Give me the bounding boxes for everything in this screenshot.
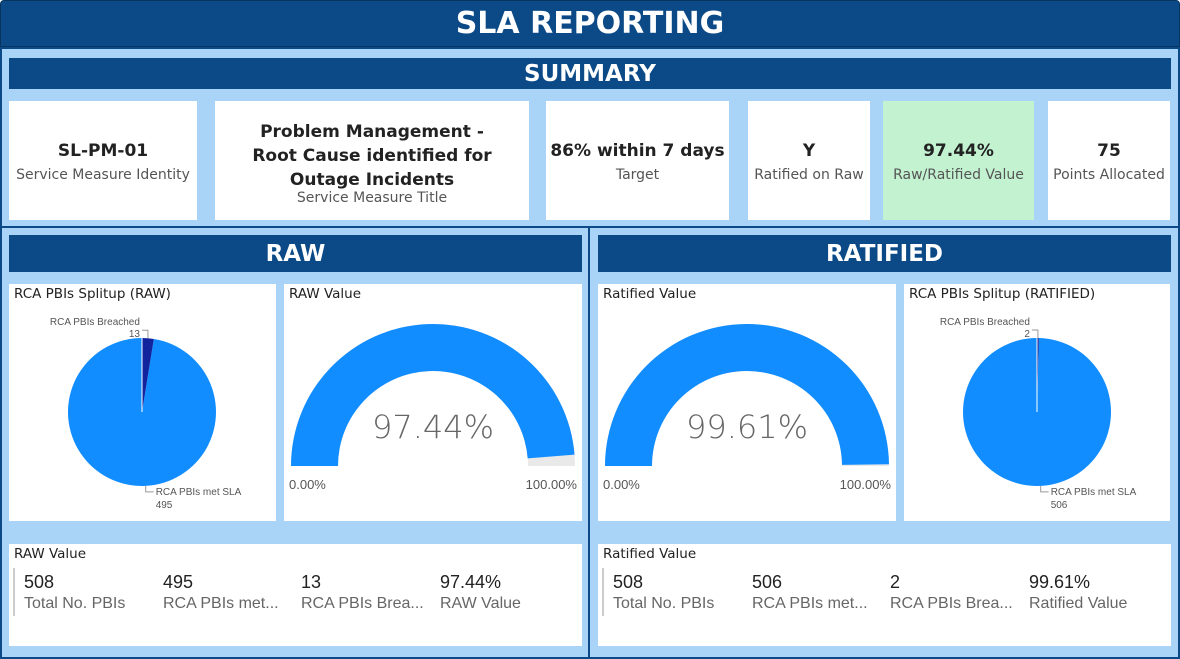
raw-pie-chart: RCA PBIs Breached13 RCA PBIs met SLA 495 (50, 317, 242, 511)
ratified-heading-text: RATIFIED (825, 240, 944, 267)
raw-stat-breached: 13 RCA PBIs Brea... (301, 572, 426, 613)
card-value: 86% within 7 days (550, 140, 725, 161)
raw-heading-text: RAW (265, 240, 326, 267)
ratified-stats-panel: Ratified Value 508 Total No. PBIs 506 RC… (598, 544, 1171, 646)
ratified-heading: RATIFIED (598, 235, 1171, 272)
card-value: 97.44% (923, 140, 994, 161)
stat-value: 508 (24, 572, 55, 592)
card-label: Service Measure Identity (16, 166, 190, 183)
stat-value: 506 (752, 572, 783, 592)
pie-leader-breached (141, 329, 149, 339)
gauge-min-label: 0.00% (289, 477, 326, 492)
pie-leader-met (1040, 485, 1049, 493)
raw-stats-panel: RAW Value 508 Total No. PBIs 495 RCA PBI… (9, 544, 582, 646)
card-label: Ratified on Raw (754, 166, 864, 183)
raw-heading: RAW (9, 235, 582, 272)
summary-heading-text: SUMMARY (524, 60, 656, 87)
card-target: 86% within 7 days Target (546, 101, 729, 220)
section-border-top (0, 226, 1180, 228)
ratified-stats-title: Ratified Value (603, 546, 697, 562)
card-value: Y (802, 140, 816, 161)
stat-divider (602, 568, 604, 616)
card-service-measure-title: Problem Management - Root Cause identifi… (215, 101, 529, 220)
raw-gauge-chart: 97.44% 0.00% 100.00% (289, 323, 578, 492)
gauge-value-label: 99.61% (686, 408, 808, 446)
ratified-stat-met: 506 RCA PBIs met... (752, 572, 877, 613)
raw-pie-panel: RCA PBIs Splitup (RAW) RCA PBIs Breached… (9, 284, 276, 521)
section-divider (588, 227, 590, 659)
ratified-pie-chart: RCA PBIs Breached2 RCA PBIs met SLA 506 (940, 317, 1137, 511)
stat-label: Total No. PBIs (613, 595, 715, 612)
raw-stat-total: 508 Total No. PBIs (24, 572, 154, 613)
stat-label: RCA PBIs met... (752, 595, 868, 612)
card-points-allocated: 75 Points Allocated (1048, 101, 1170, 220)
stat-value: 2 (890, 572, 901, 592)
stat-label: Total No. PBIs (24, 595, 126, 612)
card-value: SL-PM-01 (57, 140, 149, 161)
stat-label: RCA PBIs Brea... (301, 595, 424, 612)
card-ratified-on-raw: Y Ratified on Raw (748, 101, 870, 220)
stat-label: Ratified Value (1029, 595, 1128, 612)
card-value: Problem Management - Root Cause identifi… (252, 121, 492, 190)
stat-label: RAW Value (440, 595, 521, 612)
card-label: Points Allocated (1053, 166, 1165, 183)
raw-stats-title: RAW Value (14, 546, 87, 562)
stat-value: 508 (613, 572, 644, 592)
stat-value: 495 (163, 572, 194, 592)
gauge-value-label: 97.44% (372, 408, 494, 446)
card-service-measure-identity: SL-PM-01 Service Measure Identity (9, 101, 197, 220)
pie-value-met: 506 (1051, 500, 1068, 511)
pie-value-breached: 2 (1024, 329, 1030, 340)
stat-value: 13 (301, 572, 322, 592)
stat-value: 99.61% (1029, 572, 1091, 592)
card-raw-ratified-value: 97.44% Raw/Ratified Value (883, 101, 1034, 220)
page-title-text: SLA REPORTING (455, 6, 725, 41)
page-title: SLA REPORTING (0, 0, 1180, 47)
card-label: Target (615, 166, 660, 183)
ratified-stat-breached: 2 RCA PBIs Brea... (890, 572, 1015, 613)
stat-divider (13, 568, 15, 616)
pie-label-breached: RCA PBIs Breached (50, 317, 140, 328)
raw-gauge-panel: RAW Value 97.44% 0.00% 100.00% (284, 284, 582, 521)
ratified-pie-panel: RCA PBIs Splitup (RATIFIED) RCA PBIs Bre… (904, 284, 1170, 521)
stat-label: RCA PBIs Brea... (890, 595, 1013, 612)
pie-label-breached: RCA PBIs Breached (940, 317, 1030, 328)
gauge-max-label: 100.00% (840, 477, 892, 492)
pie-label-met: RCA PBIs met SLA (156, 487, 242, 498)
pie-leader-met (145, 485, 154, 493)
summary-heading: SUMMARY (9, 58, 1171, 89)
gauge-min-label: 0.00% (603, 477, 640, 492)
raw-stat-met: 495 RCA PBIs met... (163, 572, 288, 613)
ratified-gauge-panel: Ratified Value 99.61% 0.00% 100.00% (598, 284, 896, 521)
stat-label: RCA PBIs met... (163, 595, 279, 612)
raw-stat-value: 97.44% RAW Value (440, 572, 570, 613)
ratified-gauge-chart: 99.61% 0.00% 100.00% (603, 323, 892, 492)
card-label: Service Measure Title (296, 189, 448, 206)
gauge-max-label: 100.00% (526, 477, 578, 492)
pie-value-met: 495 (156, 500, 173, 511)
pie-label-met: RCA PBIs met SLA (1051, 487, 1137, 498)
ratified-stat-total: 508 Total No. PBIs (613, 572, 743, 613)
pie-leader-breached (1031, 329, 1039, 339)
ratified-stat-value: 99.61% Ratified Value (1029, 572, 1159, 613)
card-value: 75 (1097, 140, 1121, 161)
stat-value: 97.44% (440, 572, 502, 592)
pie-value-breached: 13 (129, 329, 141, 340)
card-label: Raw/Ratified Value (893, 166, 1024, 183)
